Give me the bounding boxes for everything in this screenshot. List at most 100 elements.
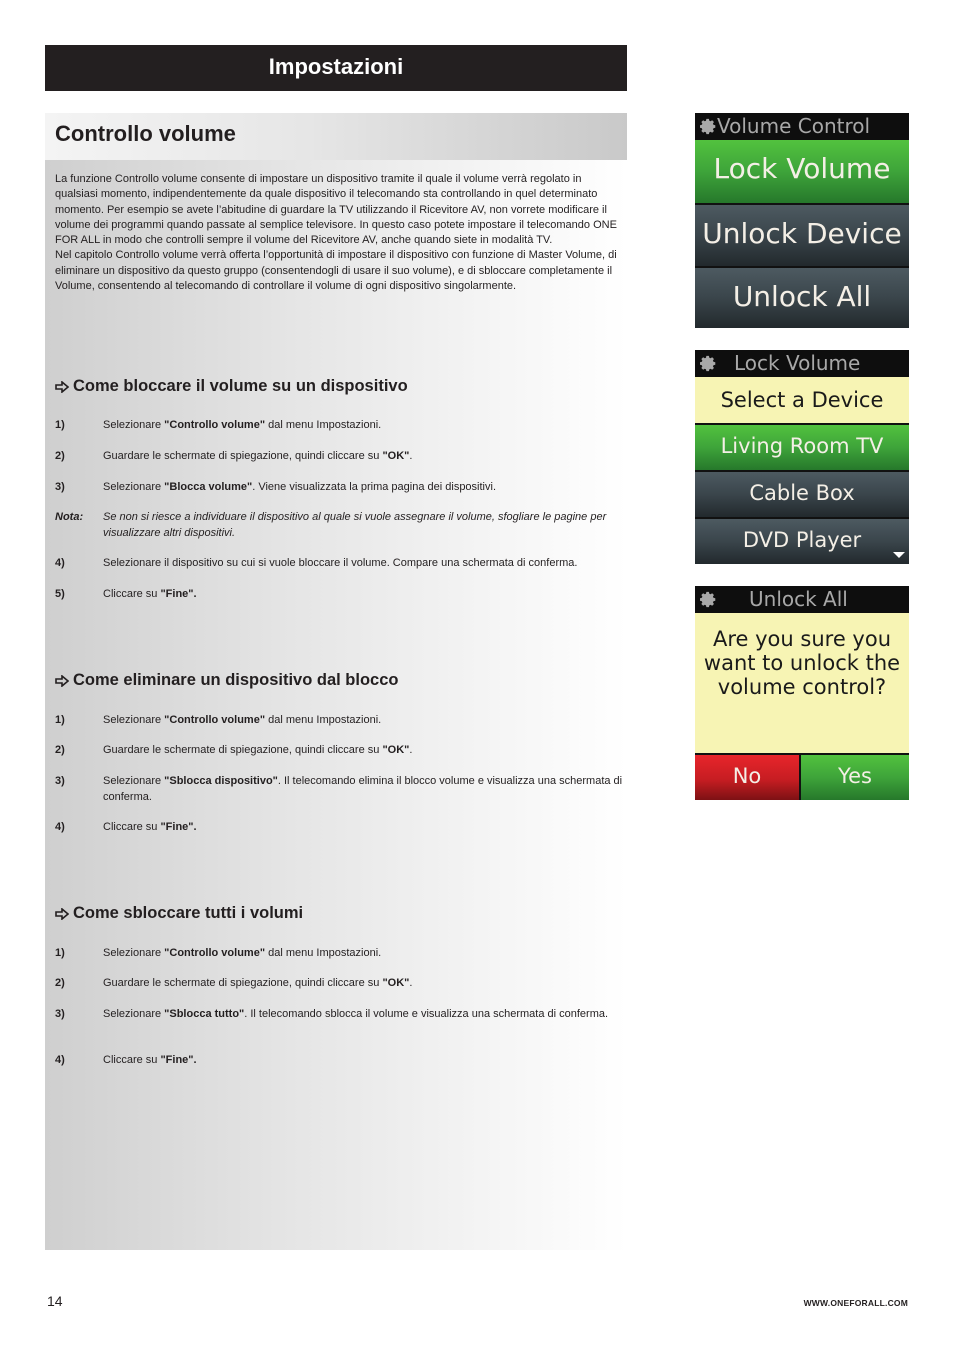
page-header: Impostazioni [45, 45, 627, 91]
step-text-part: Selezionare [103, 481, 165, 493]
website-url: WWW.ONEFORALL.COM [803, 1298, 908, 1308]
screen-unlock-all: Unlock All Are you sure you want to unlo… [695, 586, 909, 800]
step-text-part: dal menu Impostazioni. [265, 419, 382, 431]
step-text-part: . Viene visualizzata la prima pagina dei… [252, 481, 496, 493]
section-title: Controllo volume [55, 121, 236, 146]
content-panel: La funzione Controllo volume consente di… [45, 160, 627, 1250]
step-text: Selezionare "Blocca volume". Viene visua… [103, 480, 623, 496]
step-text-part: Se non si riesce a individuare il dispos… [103, 511, 607, 539]
step-text-part: Selezionare [103, 1008, 165, 1020]
no-button[interactable]: No [695, 753, 801, 800]
step-text-emphasis: "Fine". [160, 1054, 197, 1066]
step-number: 1) [55, 947, 65, 959]
arrow-right-icon [55, 674, 69, 687]
page-number: 14 [47, 1293, 63, 1309]
intro-text: La funzione Controllo volume consente di… [55, 172, 620, 294]
procedure-heading: Come eliminare un dispositivo dal blocco [55, 671, 398, 690]
step-number: Nota: [55, 511, 84, 523]
step-text: Cliccare su "Fine". [103, 820, 623, 836]
step-number: 5) [55, 588, 65, 600]
gear-icon [700, 591, 716, 608]
step-text-part: Guardare le schermate di spiegazione, qu… [103, 744, 383, 756]
step-number: 3) [55, 1008, 65, 1020]
step-text-emphasis: "Fine". [160, 588, 197, 600]
step-text-part: Selezionare il dispositivo su cui si vuo… [103, 557, 578, 569]
step-text: Selezionare "Controllo volume" dal menu … [103, 946, 623, 962]
step-text-emphasis: "Controllo volume" [164, 947, 266, 959]
screen-title-bar: Unlock All [695, 586, 909, 613]
gear-icon [700, 355, 716, 372]
step-text-emphasis: "Fine". [160, 821, 197, 833]
arrow-right-icon [55, 907, 69, 920]
screen-title: Volume Control [717, 114, 871, 138]
step-text-part: Selezionare [103, 947, 165, 959]
step-text-part: Selezionare [103, 714, 165, 726]
screen-lock-volume: Lock Volume Select a Device Living Room … [695, 350, 909, 564]
step-text: Selezionare "Controllo volume" dal menu … [103, 418, 623, 434]
step-text: Selezionare "Sblocca dispositivo". Il te… [103, 774, 623, 805]
step-text-part: Selezionare [103, 419, 165, 431]
confirm-buttons: No Yes [695, 753, 909, 800]
step-text-part: Guardare le schermate di spiegazione, qu… [103, 977, 383, 989]
step-number: 2) [55, 450, 65, 462]
screen-title: Unlock All [749, 587, 848, 611]
step-text-emphasis: "Controllo volume" [164, 419, 266, 431]
intro-paragraph: Nel capitolo Controllo volume verrà offe… [55, 249, 617, 293]
step-text-emphasis: "OK" [382, 744, 410, 756]
gear-icon [700, 118, 716, 135]
procedure-heading-text: Come eliminare un dispositivo dal blocco [73, 671, 399, 689]
step-text-emphasis: "Sblocca dispositivo" [164, 775, 278, 787]
step-number: 4) [55, 1054, 65, 1066]
step-number: 4) [55, 557, 65, 569]
step-text-emphasis: "Blocca volume" [164, 481, 253, 493]
step-text-part: . [409, 977, 413, 989]
step-text-part: . [409, 450, 413, 462]
screen-title-bar: Volume Control [695, 113, 909, 140]
step-number: 2) [55, 977, 65, 989]
step-text: Cliccare su "Fine". [103, 1053, 623, 1069]
select-device-prompt: Select a Device [695, 377, 909, 423]
device-item-dvd-player[interactable]: DVD Player [695, 517, 909, 564]
step-text: Guardare le schermate di spiegazione, qu… [103, 449, 623, 465]
step-text-part: dal menu Impostazioni. [265, 714, 382, 726]
lock-volume-button[interactable]: Lock Volume [695, 140, 909, 203]
screen-volume-control: Volume Control Lock Volume Unlock Device… [695, 113, 909, 328]
step-text-part: Cliccare su [103, 588, 161, 600]
scroll-down-icon[interactable] [893, 552, 905, 558]
step-text-emphasis: "OK" [382, 450, 410, 462]
procedure-heading: Come bloccare il volume su un dispositiv… [55, 377, 408, 396]
unlock-device-button[interactable]: Unlock Device [695, 203, 909, 266]
procedure-heading-text: Come bloccare il volume su un dispositiv… [73, 377, 408, 395]
step-number: 2) [55, 744, 65, 756]
screen-title: Lock Volume [734, 351, 861, 375]
step-text: Guardare le schermate di spiegazione, qu… [103, 976, 623, 992]
procedure-heading-text: Come sbloccare tutti i volumi [73, 904, 304, 922]
intro-paragraph: La funzione Controllo volume consente di… [55, 173, 617, 247]
step-text-emphasis: "Controllo volume" [164, 714, 266, 726]
step-text: Selezionare il dispositivo su cui si vuo… [103, 556, 623, 572]
step-number: 1) [55, 714, 65, 726]
step-text-part: Selezionare [103, 775, 165, 787]
yes-button[interactable]: Yes [801, 753, 909, 800]
step-text-part: dal menu Impostazioni. [265, 947, 382, 959]
step-text-part: Guardare le schermate di spiegazione, qu… [103, 450, 383, 462]
step-number: 4) [55, 821, 65, 833]
device-item-cable-box[interactable]: Cable Box [695, 470, 909, 517]
step-text-emphasis: "OK" [382, 977, 410, 989]
procedure-heading: Come sbloccare tutti i volumi [55, 904, 303, 923]
step-text: Cliccare su "Fine". [103, 587, 623, 603]
step-text: Selezionare "Sblocca tutto". Il telecoma… [103, 1007, 623, 1023]
header-title: Impostazioni [268, 54, 404, 79]
step-number: 1) [55, 419, 65, 431]
step-text-part: . Il telecomando sblocca il volume e vis… [244, 1008, 609, 1020]
device-item-living-room-tv[interactable]: Living Room TV [695, 423, 909, 470]
screen-title-bar: Lock Volume [695, 350, 909, 377]
unlock-all-button[interactable]: Unlock All [695, 266, 909, 328]
step-number: 3) [55, 481, 65, 493]
step-number: 3) [55, 775, 65, 787]
step-text-part: Cliccare su [103, 821, 161, 833]
step-text: Guardare le schermate di spiegazione, qu… [103, 743, 623, 759]
step-text-emphasis: "Sblocca tutto" [164, 1008, 245, 1020]
device-item-label: DVD Player [742, 528, 862, 552]
confirm-message: Are you sure you want to unlock the volu… [695, 613, 909, 753]
